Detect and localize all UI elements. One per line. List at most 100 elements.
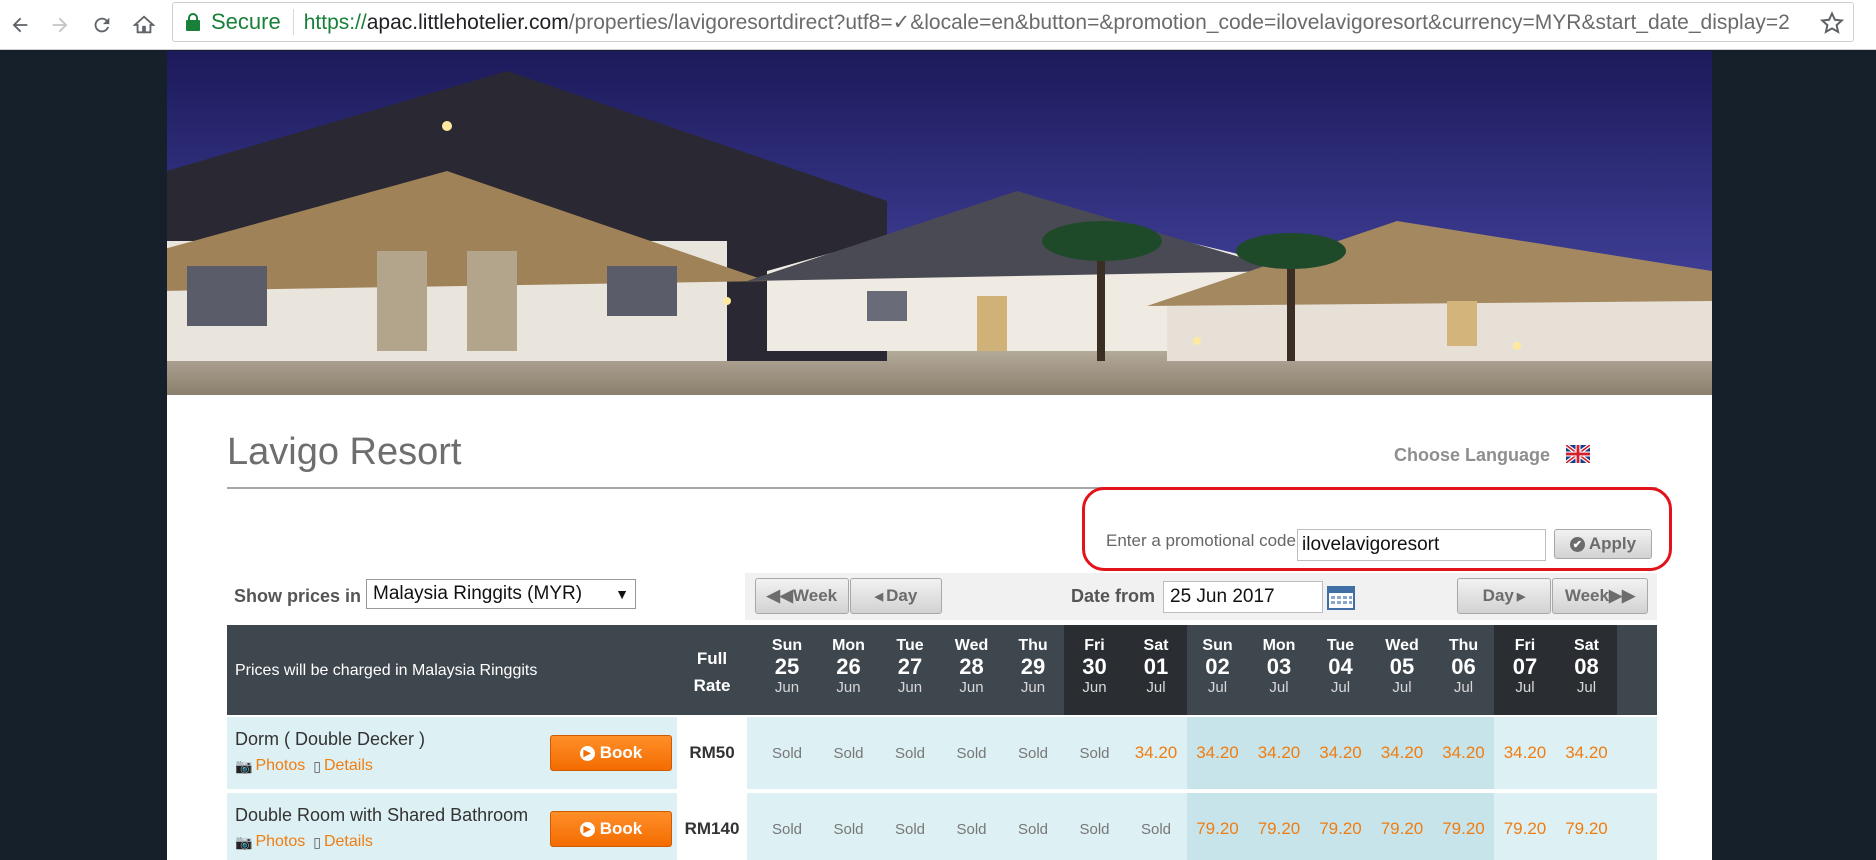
photos-link[interactable]: Photos — [255, 833, 305, 851]
sold-cell: Sold — [1017, 820, 1049, 838]
price-cell[interactable]: 79.20 — [1557, 793, 1617, 860]
day-number: 28 — [959, 654, 984, 679]
price-cell[interactable]: 34.20 — [1372, 717, 1432, 789]
day-number: 04 — [1328, 654, 1353, 679]
url-path: /properties/lavigoresortdirect?utf8=✓&lo… — [568, 10, 1790, 34]
previous-day-button[interactable]: ◀ Day — [850, 578, 942, 614]
document-icon: ▯ — [313, 757, 321, 774]
next-day-button[interactable]: Day ▶ — [1457, 578, 1551, 614]
day-of-week: Mon — [832, 637, 865, 654]
details-link[interactable]: Details — [324, 757, 373, 775]
double-chevron-right-icon: ▶▶ — [1608, 586, 1636, 605]
price-cell[interactable]: 34.20 — [1126, 717, 1186, 789]
url-text[interactable]: https://apac.littlehotelier.com/properti… — [304, 10, 1824, 35]
chevron-circle-right-icon: ▶ — [579, 821, 595, 837]
day-column-header: Sat 01 Jul — [1126, 637, 1186, 697]
details-link[interactable]: Details — [324, 833, 373, 851]
day-number: 01 — [1143, 654, 1169, 679]
reload-icon — [94, 17, 110, 33]
room-name: Dorm ( Double Decker ) — [235, 729, 426, 749]
day-of-week: Thu — [1018, 637, 1048, 654]
month: Jun — [1082, 679, 1107, 696]
day-number: 06 — [1451, 654, 1476, 679]
month: Jul — [1576, 679, 1597, 696]
price-cell[interactable]: 79.20 — [1188, 793, 1248, 860]
promo-code-input[interactable] — [1297, 529, 1546, 561]
chevron-left-icon: ◀ — [874, 590, 884, 603]
room-row: Dorm ( Double Decker ) 📷 Photos ▯ Details ▶ Bo… — [227, 717, 1657, 789]
day-of-week: Sun — [1202, 637, 1233, 654]
choose-language-label[interactable]: Choose Language — [1394, 445, 1550, 466]
day-of-week: Sat — [1143, 637, 1169, 654]
day-number: 02 — [1205, 654, 1230, 679]
day-of-week: Tue — [896, 637, 924, 654]
apply-button[interactable]: ✔ Apply — [1554, 529, 1652, 559]
sold-cell: Sold — [1079, 820, 1110, 838]
show-prices-label: Show prices in — [234, 586, 362, 606]
day-column-header: Thu 29 Jun — [1003, 637, 1063, 697]
book-button[interactable]: ▶ Book — [550, 811, 672, 847]
price-cell[interactable]: 34.20 — [1311, 717, 1371, 789]
full-rate-header: Full Rate — [677, 645, 747, 699]
back-button[interactable] — [4, 9, 36, 41]
url-host: apac.littlehotelier.com — [366, 10, 569, 34]
month: Jul — [1146, 679, 1166, 696]
day-number: 29 — [1020, 654, 1046, 679]
sold-cell: Sold — [771, 820, 803, 838]
day-of-week: Tue — [1326, 637, 1355, 654]
day-column-header: Fri 30 Jun — [1065, 637, 1125, 697]
previous-week-button[interactable]: ◀◀ Week — [755, 578, 849, 614]
day-column-header: Sun 25 Jun — [757, 637, 817, 697]
price-cell[interactable]: 79.20 — [1249, 793, 1309, 860]
date-from-input[interactable]: 25 Jun 2017 — [1163, 581, 1323, 613]
book-button[interactable]: ▶ Book — [550, 735, 672, 771]
room-row: Double Room with Shared Bathroom 📷 Photos ▯… — [227, 793, 1657, 860]
photos-link[interactable]: Photos — [255, 757, 305, 775]
sold-cell: Sold — [1079, 744, 1110, 762]
price-cell[interactable]: 34.20 — [1557, 717, 1617, 789]
calendar-icon[interactable] — [1327, 584, 1355, 610]
price-cell[interactable]: 34.20 — [1495, 717, 1555, 789]
full-rate-line2: Rate — [693, 676, 731, 695]
uk-flag-icon[interactable] — [1566, 445, 1590, 463]
price-cell[interactable]: 34.20 — [1188, 717, 1248, 789]
camera-icon: 📷 — [235, 757, 253, 774]
arrow-right-icon — [52, 17, 68, 33]
price-cell[interactable]: 34.20 — [1434, 717, 1494, 789]
day-column-header: Sat 08 Jul — [1557, 637, 1617, 697]
secure-indicator[interactable]: Secure — [185, 9, 294, 35]
price-cell[interactable]: 79.20 — [1311, 793, 1371, 860]
price-cell[interactable]: 79.20 — [1434, 793, 1494, 860]
address-bar[interactable]: Secure https://apac.littlehotelier.com/p… — [172, 2, 1854, 42]
month: Jul — [1330, 679, 1351, 696]
month: Jul — [1269, 679, 1289, 696]
home-icon — [133, 15, 155, 34]
month: Jul — [1453, 679, 1474, 696]
reload-button[interactable] — [86, 9, 118, 41]
home-button[interactable] — [128, 9, 160, 41]
browser-toolbar: Secure https://apac.littlehotelier.com/p… — [0, 0, 1876, 50]
bookmark-button[interactable] — [1817, 8, 1847, 38]
month: Jul — [1207, 679, 1228, 696]
day-column-header: Wed 28 Jun — [942, 637, 1002, 697]
hero-banner-image — [167, 51, 1712, 395]
currency-select[interactable]: Malaysia Ringgits (MYR) ▼ — [366, 579, 636, 609]
day-column-header: Wed 05 Jul — [1372, 637, 1432, 697]
full-rate-cell: RM50 — [677, 717, 747, 789]
book-label: Book — [599, 819, 643, 838]
price-cell[interactable]: 34.20 — [1249, 717, 1309, 789]
forward-button[interactable] — [44, 9, 76, 41]
day-column-header: Sun 02 Jul — [1188, 637, 1248, 697]
sold-cell: Sold — [956, 744, 987, 762]
arrow-left-icon — [12, 17, 28, 33]
next-week-button[interactable]: Week ▶▶ — [1552, 578, 1648, 614]
day-number: 03 — [1266, 654, 1292, 679]
price-cell[interactable]: 79.20 — [1372, 793, 1432, 860]
day-number: 07 — [1512, 654, 1538, 679]
day-number: 05 — [1389, 654, 1415, 679]
lock-icon — [186, 13, 200, 31]
day-number: 25 — [774, 654, 800, 679]
sold-cell: Sold — [894, 820, 926, 838]
price-cell[interactable]: 79.20 — [1495, 793, 1555, 860]
month: Jul — [1392, 679, 1412, 696]
